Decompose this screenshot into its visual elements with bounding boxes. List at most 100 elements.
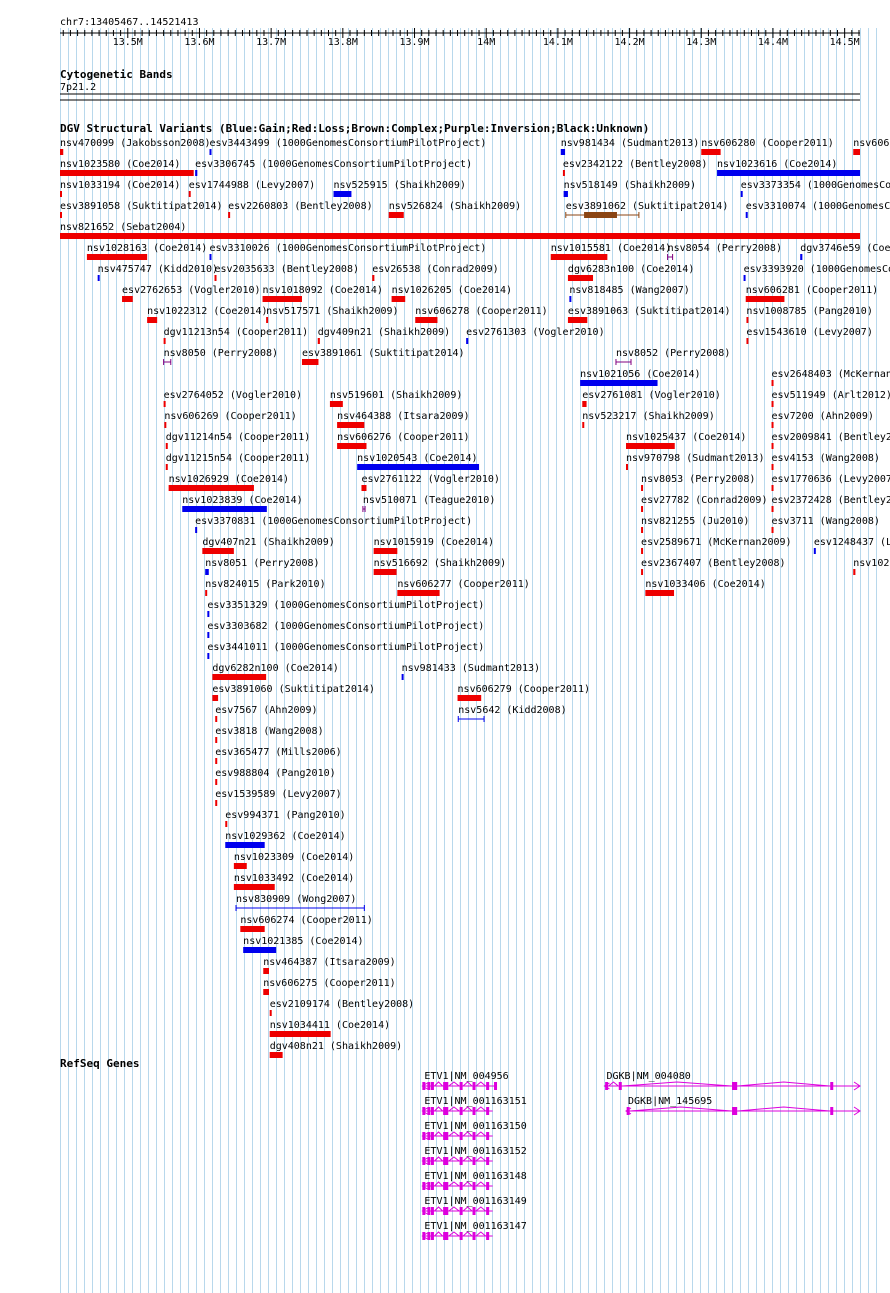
dgv-variant[interactable]: esv1744988 (Levy2007)	[188, 180, 315, 197]
refseq-gene[interactable]: ETV1|NM_001163148	[421, 1171, 527, 1190]
dgv-variant[interactable]: esv26538 (Conrad2009)	[372, 264, 499, 281]
dgv-variant[interactable]: esv2764052 (Vogler2010)	[163, 390, 302, 407]
dgv-variant-label: esv988804 (Pang2010)	[215, 768, 335, 779]
dgv-variant[interactable]: nsv1022312 (Coe2014)	[147, 306, 268, 323]
dgv-variant[interactable]: nsv1025563 (Coe2014)	[853, 558, 890, 575]
dgv-variant[interactable]: nsv606276 (Cooper2011)	[337, 432, 470, 449]
dgv-variant[interactable]: nsv606274 (Cooper2011)	[240, 915, 373, 932]
dgv-variant[interactable]: esv2761081 (Vogler2010)	[582, 390, 721, 407]
dgv-variant[interactable]: nsv981433 (Sudmant2013)	[401, 663, 540, 680]
dgv-variant[interactable]: dgv11213n54 (Cooper2011)	[163, 327, 309, 344]
dgv-variant[interactable]: nsv523217 (Shaikh2009)	[582, 411, 715, 428]
dgv-variant[interactable]: esv511949 (Arlt2012)	[771, 390, 890, 407]
dgv-variant[interactable]: nsv526824 (Shaikh2009)	[388, 201, 521, 218]
dgv-variant[interactable]: nsv606275 (Cooper2011)	[263, 978, 396, 995]
cytoband-label[interactable]: 7p21.2	[60, 82, 96, 93]
dgv-variant[interactable]: esv2109174 (Bentley2008)	[269, 999, 415, 1016]
dgv-variant[interactable]: nsv1021056 (Coe2014)	[580, 369, 701, 386]
dgv-variant[interactable]: nsv8053 (Perry2008)	[641, 474, 755, 491]
dgv-variant[interactable]: nsv970798 (Sudmant2013)	[626, 453, 764, 470]
dgv-variant[interactable]: esv7200 (Ahn2009)	[771, 411, 874, 428]
dgv-variant[interactable]: nsv1023309 (Coe2014)	[233, 852, 354, 869]
dgv-variant[interactable]: esv3441011 (1000GenomesConsortiumPilotPr…	[207, 642, 484, 659]
dgv-variant[interactable]: nsv606277 (Cooper2011)	[397, 579, 530, 596]
dgv-variant[interactable]: nsv818485 (Wang2007)	[569, 285, 690, 302]
dgv-variant[interactable]: esv3373354 (1000GenomesConsortiumPilotPr…	[740, 180, 890, 197]
dgv-variant[interactable]: esv1539589 (Levy2007)	[215, 789, 342, 806]
dgv-variant[interactable]: nsv824015 (Park2010)	[205, 579, 326, 596]
dgv-variant[interactable]: esv2761122 (Vogler2010)	[361, 474, 500, 491]
dgv-variant[interactable]: esv994371 (Pang2010)	[225, 810, 346, 827]
dgv-variant[interactable]: nsv830909 (Wong2007)	[235, 894, 365, 911]
gene-exon	[459, 1182, 463, 1190]
dgv-variant[interactable]: nsv5642 (Kidd2008)	[457, 705, 567, 722]
dgv-variant[interactable]: esv2367407 (Bentley2008)	[641, 558, 786, 575]
dgv-variant[interactable]: nsv606281 (Cooper2011)	[853, 138, 890, 155]
refseq-gene[interactable]: ETV1|NM_004956	[421, 1071, 509, 1090]
dgv-variant-label: esv3441011 (1000GenomesConsortiumPilotPr…	[207, 642, 484, 653]
dgv-variant[interactable]: nsv1029362 (Coe2014)	[225, 831, 346, 848]
dgv-variant[interactable]: dgv408n21 (Shaikh2009)	[269, 1041, 402, 1058]
refseq-gene[interactable]: ETV1|NM_001163147	[421, 1221, 527, 1240]
dgv-variant[interactable]: nsv475747 (Kidd2010)	[97, 264, 218, 281]
dgv-variant[interactable]: esv2372428 (Bentley2008)	[771, 495, 890, 512]
refseq-gene[interactable]: ETV1|NM_001163150	[421, 1121, 527, 1140]
refseq-gene[interactable]: ETV1|NM_001163152	[421, 1146, 527, 1165]
dgv-variant[interactable]: esv3891061 (Suktitipat2014)	[301, 348, 465, 365]
dgv-variant[interactable]: dgv11215n54 (Cooper2011)	[165, 453, 311, 470]
dgv-variant[interactable]: nsv1028163 (Coe2014)	[86, 243, 207, 260]
refseq-gene[interactable]: DGKB|NM_145695	[625, 1096, 861, 1116]
refseq-gene[interactable]: ETV1|NM_001163149	[421, 1196, 527, 1215]
refseq-gene[interactable]: ETV1|NM_001163151	[421, 1096, 527, 1115]
dgv-variant[interactable]: nsv525915 (Shaikh2009)	[333, 180, 466, 197]
dgv-variant[interactable]: nsv1020543 (Coe2014)	[357, 453, 480, 470]
dgv-variant[interactable]: nsv1026205 (Coe2014)	[391, 285, 512, 302]
gene-intron-chevron	[434, 1156, 443, 1162]
dgv-variant[interactable]: nsv981434 (Sudmant2013)	[560, 138, 699, 155]
dgv-variant[interactable]: esv2762653 (Vogler2010)	[122, 285, 261, 302]
dgv-variant[interactable]: nsv516692 (Shaikh2009)	[373, 558, 506, 575]
dgv-variant[interactable]: dgv6282n100 (Coe2014)	[212, 663, 339, 680]
dgv-variant[interactable]: esv3303682 (1000GenomesConsortiumPilotPr…	[207, 621, 484, 638]
dgv-variant[interactable]: nsv1015581 (Coe2014)	[550, 243, 671, 260]
dgv-variant[interactable]: dgv409n21 (Shaikh2009)	[317, 327, 450, 344]
dgv-variant[interactable]: esv1770636 (Levy2007)	[771, 474, 890, 491]
dgv-variant[interactable]: esv4153 (Wang2008)	[771, 453, 880, 470]
dgv-variant[interactable]: nsv8051 (Perry2008)	[205, 558, 320, 575]
dgv-variant[interactable]: esv1248437 (Levy2007)	[813, 537, 890, 554]
dgv-variant[interactable]: nsv1023580 (Coe2014)	[60, 159, 194, 176]
dgv-variant[interactable]: nsv1021385 (Coe2014)	[243, 936, 364, 953]
dgv-variant[interactable]: esv365477 (Mills2006)	[215, 747, 342, 764]
dgv-variant[interactable]: nsv464387 (Itsara2009)	[263, 957, 396, 974]
dgv-variant[interactable]: esv2009841 (Bentley2008)	[771, 432, 890, 449]
dgv-variant[interactable]: nsv1025437 (Coe2014)	[626, 432, 746, 449]
dgv-variant[interactable]: nsv606280 (Cooper2011)	[701, 138, 834, 155]
dgv-variant[interactable]: nsv1033194 (Coe2014)	[60, 180, 180, 197]
dgv-variant[interactable]: esv7567 (Ahn2009)	[215, 705, 318, 722]
dgv-variant[interactable]: nsv510071 (Teague2010)	[362, 495, 495, 512]
dgv-variant[interactable]: nsv8052 (Perry2008)	[615, 348, 730, 365]
dgv-variant[interactable]: nsv1033492 (Coe2014)	[233, 873, 354, 890]
dgv-variant[interactable]: esv988804 (Pang2010)	[215, 768, 336, 785]
dgv-variant[interactable]: nsv1023616 (Coe2014)	[717, 159, 860, 176]
dgv-variant[interactable]: dgv6283n100 (Coe2014)	[567, 264, 694, 281]
dgv-variant[interactable]: esv2342122 (Bentley2008)	[562, 159, 708, 176]
dgv-variant[interactable]: dgv11214n54 (Cooper2011)	[165, 432, 311, 449]
dgv-variant[interactable]: esv3711 (Wang2008)	[771, 516, 880, 533]
dgv-variant[interactable]: esv2648403 (McKernan2009)	[771, 369, 890, 386]
dgv-variant[interactable]: esv3351329 (1000GenomesConsortiumPilotPr…	[207, 600, 484, 617]
dgv-variant[interactable]: nsv470099 (Jakobsson2008)	[60, 138, 211, 155]
dgv-variant[interactable]: esv3818 (Wang2008)	[215, 726, 324, 743]
dgv-variant[interactable]: nsv606279 (Cooper2011)	[457, 684, 590, 701]
dgv-variant[interactable]: nsv464388 (Itsara2009)	[337, 411, 470, 428]
dgv-variant[interactable]: esv1543610 (Levy2007)	[746, 327, 873, 344]
dgv-variant[interactable]: esv3891063 (Suktitipat2014)	[567, 306, 731, 323]
dgv-variant[interactable]: nsv1026929 (Coe2014)	[168, 474, 289, 491]
dgv-variant[interactable]: nsv821255 (Ju2010)	[641, 516, 749, 533]
dgv-variant[interactable]: esv3891062 (Suktitipat2014)	[565, 201, 729, 218]
dgv-variant[interactable]: nsv1008785 (Pang2010)	[746, 306, 873, 323]
dgv-variant[interactable]: esv2761303 (Vogler2010)	[466, 327, 605, 344]
dgv-variant[interactable]: nsv606278 (Cooper2011)	[415, 306, 548, 323]
dgv-variant[interactable]: nsv1033406 (Coe2014)	[645, 579, 766, 596]
dgv-variant[interactable]: nsv606281 (Cooper2011)	[745, 285, 878, 302]
